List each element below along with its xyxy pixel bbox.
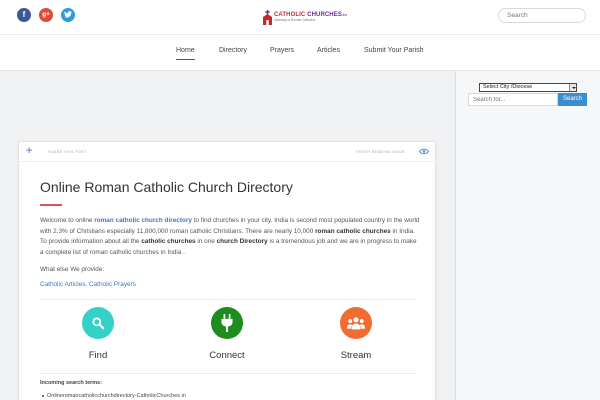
post-card: + SHARE THIS POST ENTER READING MODE Onl… (18, 141, 437, 400)
search-icon (92, 317, 105, 330)
post-toolbar: + SHARE THIS POST ENTER READING MODE (19, 142, 437, 162)
header-search-input[interactable] (498, 8, 586, 23)
google-plus-icon[interactable]: g+ (39, 8, 53, 22)
feature-connect[interactable]: Connect (197, 307, 257, 361)
facebook-icon[interactable]: f (17, 8, 31, 22)
incoming-search-terms-label: Incoming search terms: (40, 380, 103, 386)
para-text-1: Welcome to online (40, 217, 95, 224)
search-term-item[interactable]: Onlineromancatholicchurchdirectory-Catho… (42, 393, 186, 399)
section-divider (40, 373, 416, 374)
roman-catholic-church-directory-link[interactable]: roman catholic church directory (94, 217, 192, 224)
nav-submit-your-parish[interactable]: Submit Your Parish (364, 47, 424, 54)
enter-reading-mode-link[interactable]: ENTER READING MODE (356, 150, 405, 154)
article-prayer-links[interactable]: Catholic Articles, Catholic Prayers (40, 281, 136, 288)
what-we-provide-label: What else We provide: (40, 266, 105, 273)
nav-directory[interactable]: Directory (219, 47, 247, 54)
post-title: Online Roman Catholic Church Directory (40, 179, 293, 195)
logo-text-suffix: .in (341, 11, 347, 17)
stream-circle (340, 307, 372, 339)
chevron-down-icon (569, 84, 576, 91)
title-underline (40, 204, 62, 206)
top-header: f g+ CATHOLIC CHURCHES.in Gateway of Rom… (0, 0, 600, 34)
group-icon (347, 317, 365, 330)
plus-icon[interactable]: + (26, 145, 32, 157)
twitter-bird-glyph (64, 11, 72, 18)
nav-home[interactable]: Home (176, 47, 195, 60)
city-diocese-select-value: Select City /Diocese (483, 84, 533, 90)
eye-icon[interactable] (419, 148, 429, 155)
site-logo[interactable]: CATHOLIC CHURCHES.in Gateway of Roman Ca… (263, 9, 347, 25)
para-bold-1: roman catholic churches (315, 227, 391, 235)
feature-find[interactable]: Find (68, 307, 128, 361)
logo-text-churches: CHURCHES (307, 11, 342, 18)
twitter-icon[interactable] (61, 8, 75, 22)
city-diocese-select[interactable]: Select City /Diocese (479, 83, 577, 92)
sidebar-search-button[interactable]: Search (558, 93, 587, 106)
share-this-post-link[interactable]: SHARE THIS POST (48, 150, 87, 154)
feature-label: Stream (340, 350, 372, 361)
nav-prayers[interactable]: Prayers (270, 47, 294, 54)
feature-label: Find (88, 350, 108, 361)
main-navigation: Home Directory Prayers Articles Submit Y… (0, 34, 600, 71)
plug-icon (221, 314, 233, 332)
sidebar-search-input[interactable] (468, 93, 558, 106)
para-bold-2: catholic churches (141, 238, 196, 246)
feature-stream[interactable]: Stream (326, 307, 386, 361)
logo-text-catholic: CATHOLIC (274, 11, 306, 18)
section-divider (40, 299, 416, 300)
logo-tagline: Gateway of Roman Catholics (274, 17, 316, 22)
post-intro-paragraph: Welcome to online roman catholic church … (40, 216, 420, 258)
para-bold-3: church Directory (216, 238, 268, 246)
church-logo-icon (263, 9, 272, 25)
nav-articles[interactable]: Articles (317, 47, 340, 54)
feature-label: Connect (209, 350, 245, 361)
para-text-4: in one (195, 238, 217, 246)
connect-circle (211, 307, 243, 339)
find-circle (82, 307, 114, 339)
sidebar: Select City /Diocese Search (455, 71, 600, 400)
